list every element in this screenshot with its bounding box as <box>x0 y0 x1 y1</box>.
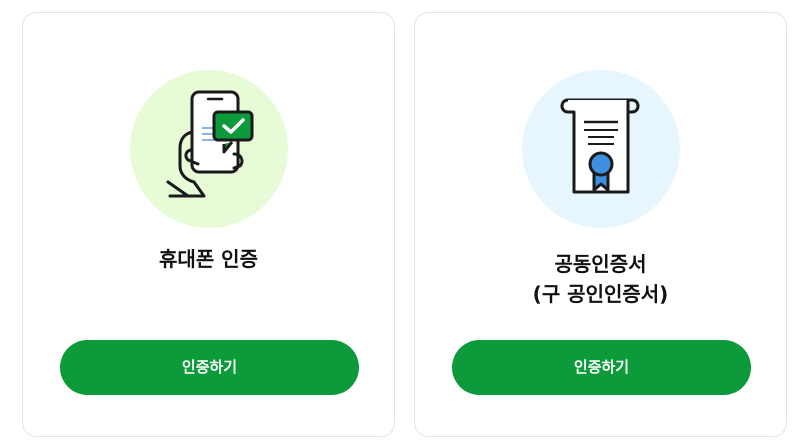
phone-icon-circle <box>130 70 288 228</box>
card-title-certificate: 공동인증서 <box>554 252 647 276</box>
phone-auth-card: 휴대폰 인증 인증하기 <box>22 12 395 437</box>
phone-check-icon <box>166 90 254 198</box>
card-title-phone: 휴대폰 인증 <box>159 247 258 271</box>
phone-auth-button[interactable]: 인증하기 <box>60 340 359 395</box>
certificate-auth-button[interactable]: 인증하기 <box>452 340 751 395</box>
certificate-auth-card: 공동인증서 (구 공인인증서) 인증하기 <box>414 12 787 437</box>
card-subtitle-certificate: (구 공인인증서) <box>532 282 669 306</box>
certificate-icon-circle <box>522 70 680 228</box>
certificate-icon <box>560 98 640 194</box>
